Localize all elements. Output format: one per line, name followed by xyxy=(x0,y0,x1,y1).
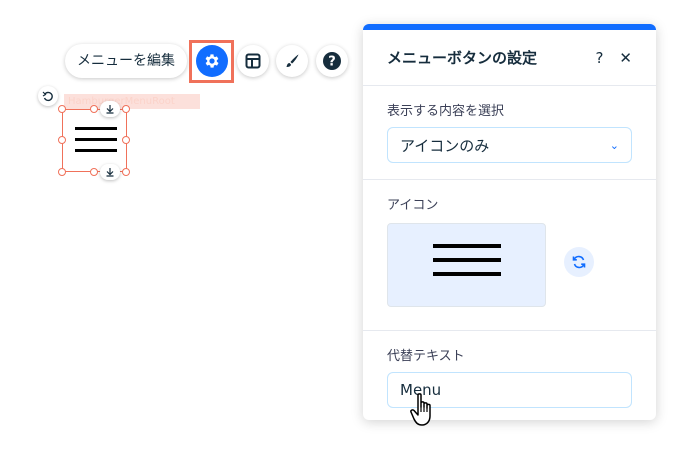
alt-text-section: 代替テキスト xyxy=(363,331,656,420)
resize-handle[interactable] xyxy=(122,168,130,176)
layout-icon xyxy=(245,53,261,69)
resize-handle[interactable] xyxy=(122,136,130,144)
svg-text:?: ? xyxy=(328,55,336,70)
undo-icon xyxy=(42,91,53,102)
resize-handle[interactable] xyxy=(90,105,98,113)
close-icon[interactable]: ✕ xyxy=(619,49,632,67)
panel-header: メニューボタンの設定 ? ✕ xyxy=(363,30,656,86)
replace-icon-button[interactable] xyxy=(564,247,594,277)
arrow-down-icon xyxy=(106,168,114,177)
display-content-label: 表示する内容を選択 xyxy=(387,104,505,119)
resize-handle[interactable] xyxy=(58,168,66,176)
icon-preview[interactable] xyxy=(387,223,546,307)
undo-button[interactable] xyxy=(38,86,58,106)
dropdown-selected-value: アイコンのみ xyxy=(400,136,490,155)
display-content-dropdown[interactable]: アイコンのみ ⌄ xyxy=(387,127,632,163)
resize-handle[interactable] xyxy=(58,105,66,113)
hamburger-menu-icon xyxy=(433,244,501,286)
element-name-tag: HamburgerMenuRoot xyxy=(64,94,200,109)
help-icon[interactable]: ? xyxy=(595,49,603,67)
resize-handle[interactable] xyxy=(58,136,66,144)
help-icon: ? xyxy=(323,52,341,70)
resize-handle[interactable] xyxy=(90,168,98,176)
hamburger-menu-icon xyxy=(75,127,117,160)
refresh-icon xyxy=(572,255,586,269)
icon-section: アイコン xyxy=(363,180,656,331)
edit-menu-button[interactable]: メニューを編集 xyxy=(65,44,187,78)
arrow-down-icon xyxy=(106,105,114,114)
panel-title: メニューボタンの設定 xyxy=(387,49,538,67)
menu-button-settings-panel: メニューボタンの設定 ? ✕ 表示する内容を選択 アイコンのみ ⌄ アイコン 代… xyxy=(363,24,656,420)
help-button[interactable]: ? xyxy=(316,45,348,77)
settings-button[interactable] xyxy=(196,45,228,77)
resize-handle[interactable] xyxy=(122,105,130,113)
stretch-bottom-button[interactable] xyxy=(100,164,120,180)
chevron-down-icon: ⌄ xyxy=(609,138,619,152)
brush-icon xyxy=(286,54,299,67)
alt-text-label: 代替テキスト xyxy=(387,349,465,364)
gear-icon xyxy=(205,54,219,68)
icon-label: アイコン xyxy=(387,198,439,213)
display-content-section: 表示する内容を選択 アイコンのみ ⌄ xyxy=(363,86,656,180)
stretch-top-button[interactable] xyxy=(100,101,120,117)
hand-cursor-icon xyxy=(410,393,431,426)
layout-button[interactable] xyxy=(237,45,269,77)
design-button[interactable] xyxy=(276,45,308,77)
